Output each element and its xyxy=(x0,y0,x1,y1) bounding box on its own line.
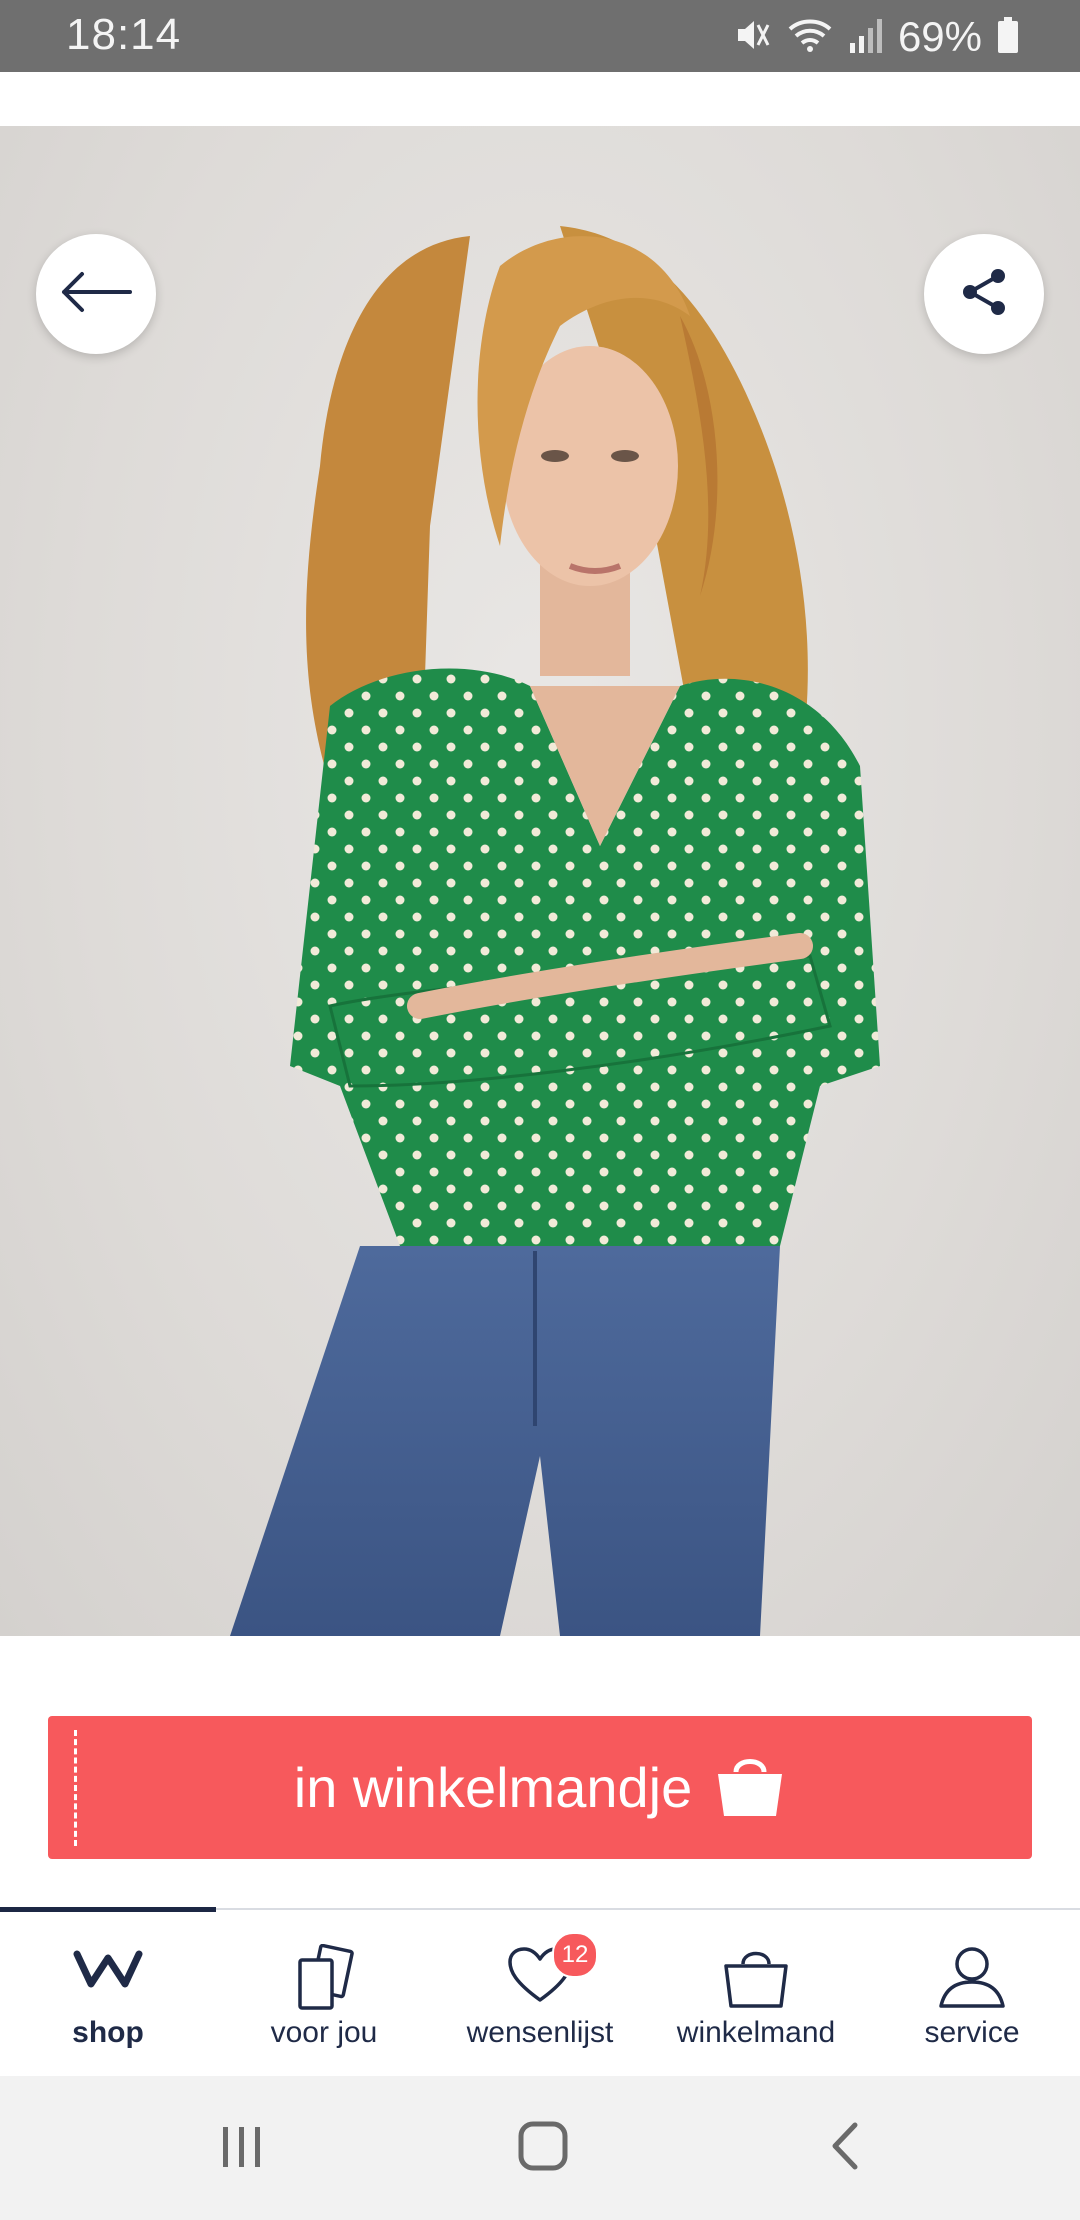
home-button[interactable] xyxy=(503,2116,583,2180)
battery-icon xyxy=(996,15,1020,60)
status-bar: 18:14 69% xyxy=(0,0,1080,72)
mute-icon xyxy=(732,15,772,60)
status-time: 18:14 xyxy=(66,10,182,59)
back-button[interactable] xyxy=(36,234,156,354)
battery-percent: 69% xyxy=(897,13,982,60)
user-icon xyxy=(937,1944,1007,2014)
back-icon xyxy=(825,2119,865,2178)
tab-label: shop xyxy=(72,2016,144,2049)
shop-logo-icon xyxy=(73,1944,143,2014)
product-photo xyxy=(230,226,880,1636)
tab-label: wensenlijst xyxy=(466,2016,614,2049)
bottom-tab-bar: shop voor jou 12 wensenlijst winkelmand … xyxy=(0,1907,1080,2078)
tab-voor-jou[interactable]: voor jou xyxy=(216,1910,432,2078)
arrow-left-icon xyxy=(58,270,134,319)
tab-service[interactable]: service xyxy=(864,1910,1080,2078)
add-to-cart-button[interactable]: in winkelmandje xyxy=(48,1716,1032,1859)
system-back-button[interactable] xyxy=(805,2116,885,2180)
system-navigation-bar xyxy=(0,2076,1080,2220)
recents-icon xyxy=(217,2121,267,2176)
wishlist-count-badge: 12 xyxy=(552,1932,598,1978)
recents-button[interactable] xyxy=(202,2116,282,2180)
share-icon xyxy=(958,266,1010,323)
wifi-icon xyxy=(786,15,834,60)
share-button[interactable] xyxy=(924,234,1044,354)
product-image-carousel[interactable] xyxy=(0,126,1080,1636)
tab-wensenlijst[interactable]: 12 wensenlijst xyxy=(432,1910,648,2078)
add-to-cart-label: in winkelmandje xyxy=(293,1756,693,1819)
signal-icon xyxy=(848,15,884,60)
tab-label: service xyxy=(924,2016,1020,2049)
home-icon xyxy=(516,2119,570,2178)
tab-label: voor jou xyxy=(270,2016,378,2049)
bag-icon xyxy=(721,1944,791,2014)
cards-icon xyxy=(294,1943,354,2014)
tab-shop[interactable]: shop xyxy=(0,1910,216,2078)
tab-label: winkelmand xyxy=(676,2016,836,2049)
tab-winkelmand[interactable]: winkelmand xyxy=(648,1910,864,2078)
shopping-bag-icon xyxy=(714,1752,786,1823)
status-icons: 69% xyxy=(732,12,1020,62)
divider xyxy=(74,1730,77,1846)
